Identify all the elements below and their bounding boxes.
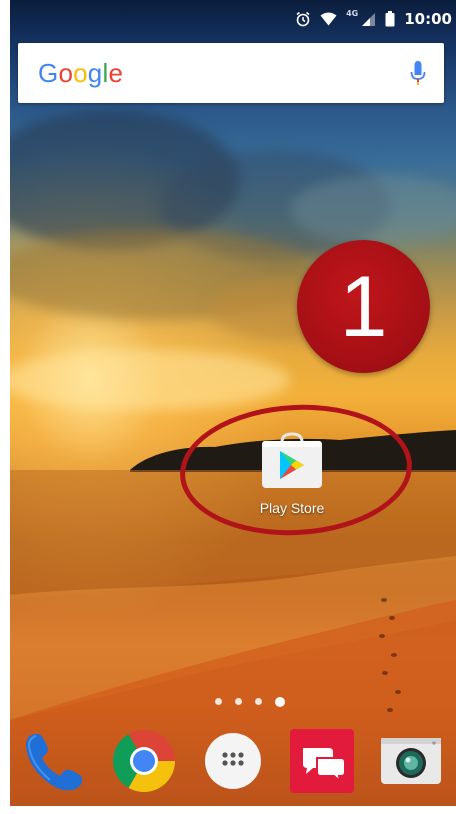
app-drawer-icon [204,732,262,794]
mic-icon[interactable] [410,60,426,86]
play-store-icon [260,432,324,494]
camera-app[interactable] [377,729,445,797]
chrome-icon [111,728,177,798]
google-logo: Google [38,57,124,88]
status-bar: 4G 10:00 [10,0,456,38]
camera-icon [378,728,444,798]
chrome-app[interactable] [110,729,178,797]
wifi-icon [320,12,337,26]
messenger-app[interactable] [288,729,356,797]
signal-icon [361,12,376,27]
page-dot[interactable] [235,698,242,705]
page-dot[interactable] [255,698,262,705]
page-dot-active[interactable] [275,697,285,707]
google-search-bar[interactable]: Google [18,43,444,103]
phone-icon [22,728,88,798]
app-drawer-button[interactable] [199,729,267,797]
battery-icon [385,11,395,27]
island-silhouette [10,430,456,806]
page-indicator [10,697,456,707]
step-number-badge: 1 [297,240,430,373]
play-store-app[interactable]: Play Store [232,432,352,516]
network-type-label: 4G [346,9,359,18]
status-time: 10:00 [404,10,452,28]
phone-app[interactable] [21,729,89,797]
play-store-label: Play Store [259,500,325,516]
alarm-icon [295,11,311,27]
page-dot[interactable] [215,698,222,705]
messenger-icon [289,728,355,798]
home-screen: 4G 10:00 Google 1 Play Store [10,0,456,806]
dock [10,728,456,798]
